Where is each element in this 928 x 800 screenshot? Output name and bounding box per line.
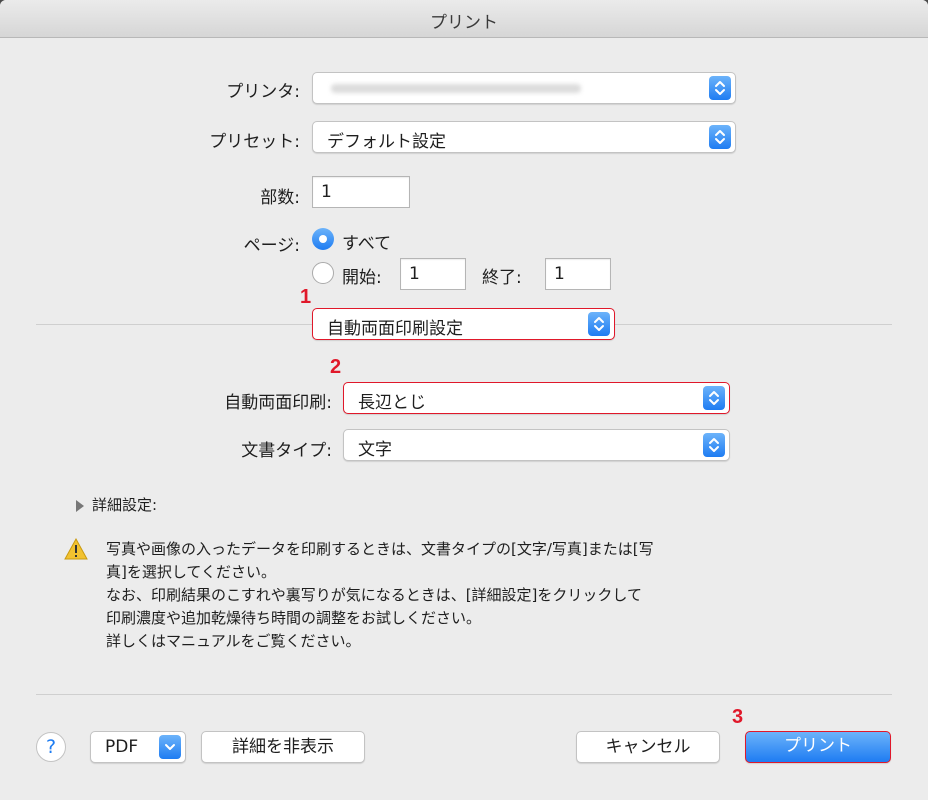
up-down-chevron-icon [703, 386, 725, 410]
doc-type-value: 文字 [358, 440, 392, 460]
pages-all-radio[interactable] [312, 228, 334, 250]
notice-line: 印刷濃度や追加乾燥待ち時間の調整をお試しください。 [106, 609, 482, 627]
annotation-marker-2: 2 [330, 356, 342, 378]
advanced-settings-label[interactable]: 詳細設定: [92, 494, 157, 515]
window-title: プリント [430, 13, 498, 33]
notice-line: 真]を選択してください。 [106, 563, 276, 581]
title-bar: プリント [0, 0, 928, 38]
printer-name-blurred [331, 84, 581, 93]
pages-from-label: 開始: [342, 268, 382, 288]
duplex-value: 長辺とじ [358, 393, 426, 413]
pages-to-label: 終了: [482, 268, 522, 288]
print-button[interactable]: プリント [745, 731, 891, 763]
disclosure-triangle-icon[interactable] [74, 498, 86, 512]
pdf-label: PDF [105, 737, 139, 757]
annotation-marker-3: 3 [732, 706, 744, 728]
notice-line: 詳しくはマニュアルをご覧ください。 [106, 632, 361, 650]
print-dialog: プリント プリンタ: プリセット: デフォルト設定 部数: 1 ページ: すべて… [0, 0, 928, 800]
doc-type-label: 文書タイプ: [241, 441, 332, 461]
annotation-marker-1: 1 [300, 286, 312, 308]
warning-icon [64, 537, 88, 560]
notice-text: 写真や画像の入ったデータを印刷するときは、文書タイプの[文字/写真]または[写 … [106, 538, 746, 653]
preset-label: プリセット: [209, 132, 300, 152]
panel-select-value: 自動両面印刷設定 [327, 319, 463, 339]
preset-value: デフォルト設定 [327, 132, 446, 152]
up-down-chevron-icon [703, 433, 725, 457]
pages-from-value: 1 [409, 264, 420, 284]
pages-from-field[interactable]: 1 [400, 258, 466, 290]
pdf-menu-button[interactable]: PDF [90, 731, 186, 763]
copies-value: 1 [321, 182, 332, 202]
preset-popup[interactable]: デフォルト設定 [312, 121, 736, 153]
printer-popup[interactable] [312, 72, 736, 104]
footer-divider [36, 694, 892, 695]
pages-all-label: すべて [342, 234, 392, 254]
pages-range-radio[interactable] [312, 262, 334, 284]
notice-line: 写真や画像の入ったデータを印刷するときは、文書タイプの[文字/写真]または[写 [106, 540, 654, 558]
pages-to-value: 1 [554, 264, 565, 284]
pages-label: ページ: [243, 236, 300, 256]
copies-field[interactable]: 1 [312, 176, 410, 208]
printer-label: プリンタ: [226, 82, 300, 102]
panel-select-popup[interactable]: 自動両面印刷設定 [312, 308, 615, 340]
copies-label: 部数: [260, 188, 300, 208]
help-button[interactable]: ? [36, 732, 66, 762]
hide-details-button[interactable]: 詳細を非表示 [201, 731, 365, 763]
up-down-chevron-icon [588, 312, 610, 336]
up-down-chevron-icon [709, 125, 731, 149]
chevron-down-icon [159, 735, 181, 759]
notice-line: なお、印刷結果のこすれや裏写りが気になるときは、[詳細設定]をクリックして [106, 586, 642, 604]
cancel-button[interactable]: キャンセル [576, 731, 720, 763]
duplex-label: 自動両面印刷: [224, 393, 332, 413]
doc-type-popup[interactable]: 文字 [343, 429, 730, 461]
up-down-chevron-icon [709, 76, 731, 100]
pages-to-field[interactable]: 1 [545, 258, 611, 290]
duplex-popup[interactable]: 長辺とじ [343, 382, 730, 414]
